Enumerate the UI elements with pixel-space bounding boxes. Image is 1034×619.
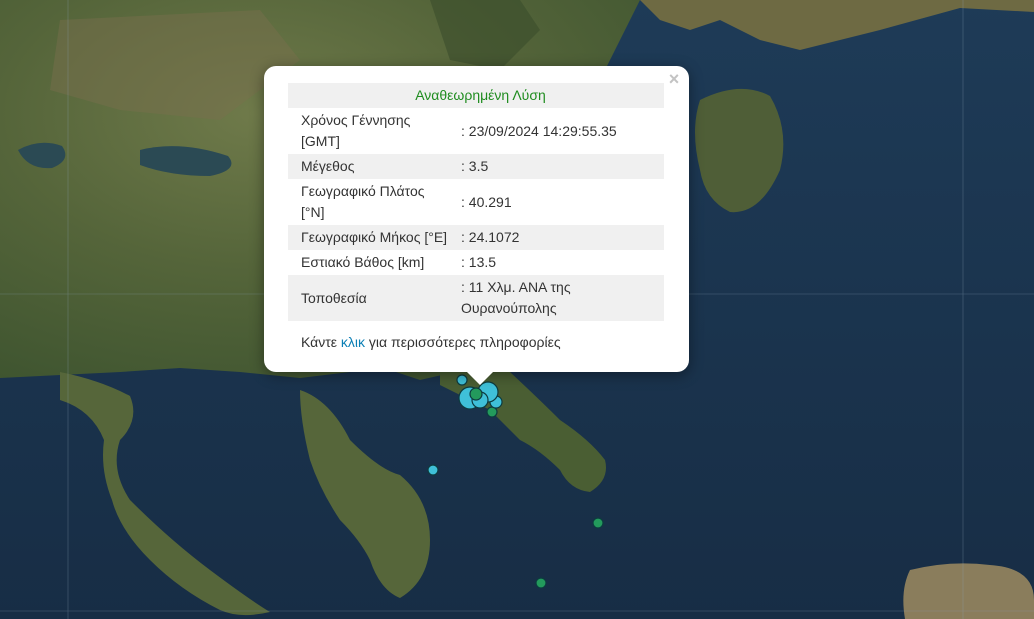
longitude-value: : 24.1072: [453, 225, 664, 250]
quake-marker[interactable]: [592, 517, 604, 529]
limnos-island: [903, 563, 1034, 619]
latitude-label: Γεωγραφικό Πλάτος [°N]: [301, 183, 425, 220]
quake-marker[interactable]: [535, 577, 547, 589]
earthquake-info-popup: × Αναθεωρημένη Λύση Χρόνος Γέννησης [GMT…: [264, 66, 689, 372]
more-info-link[interactable]: κλικ: [341, 334, 365, 350]
more-info-text: Κάντε κλικ για περισσότερες πληροφορίες: [301, 334, 561, 350]
latitude-value: : 40.291: [461, 193, 512, 210]
quake-marker[interactable]: [469, 387, 483, 401]
quake-marker[interactable]: [427, 464, 439, 476]
depth-value: : 13.5: [461, 254, 497, 270]
magnitude-value: : 3.5: [453, 154, 664, 179]
longitude-label: Γεωγραφικό Μήκος [°E]: [288, 225, 453, 250]
popup-tip: [466, 371, 494, 385]
more-info-suffix: για περισσότερες πληροφορίες: [365, 334, 561, 350]
depth-label: Εστιακό Βάθος [km]: [301, 254, 425, 270]
close-icon[interactable]: ×: [665, 70, 683, 88]
origin-time-value: : 23/09/2024 14:29:55.35: [461, 122, 617, 139]
popup-header: Αναθεωρημένη Λύση: [288, 83, 664, 108]
earthquake-info-table: Αναθεωρημένη Λύση Χρόνος Γέννησης [GMT] …: [288, 83, 664, 321]
more-info-prefix: Κάντε: [301, 334, 341, 350]
origin-time-label: Χρόνος Γέννησης [GMT]: [301, 112, 411, 149]
magnitude-label: Μέγεθος: [288, 154, 453, 179]
location-label: Τοποθεσία: [288, 275, 453, 321]
location-value: : 11 Χλμ. ΑΝΑ της Ουρανούπολης: [453, 275, 664, 321]
